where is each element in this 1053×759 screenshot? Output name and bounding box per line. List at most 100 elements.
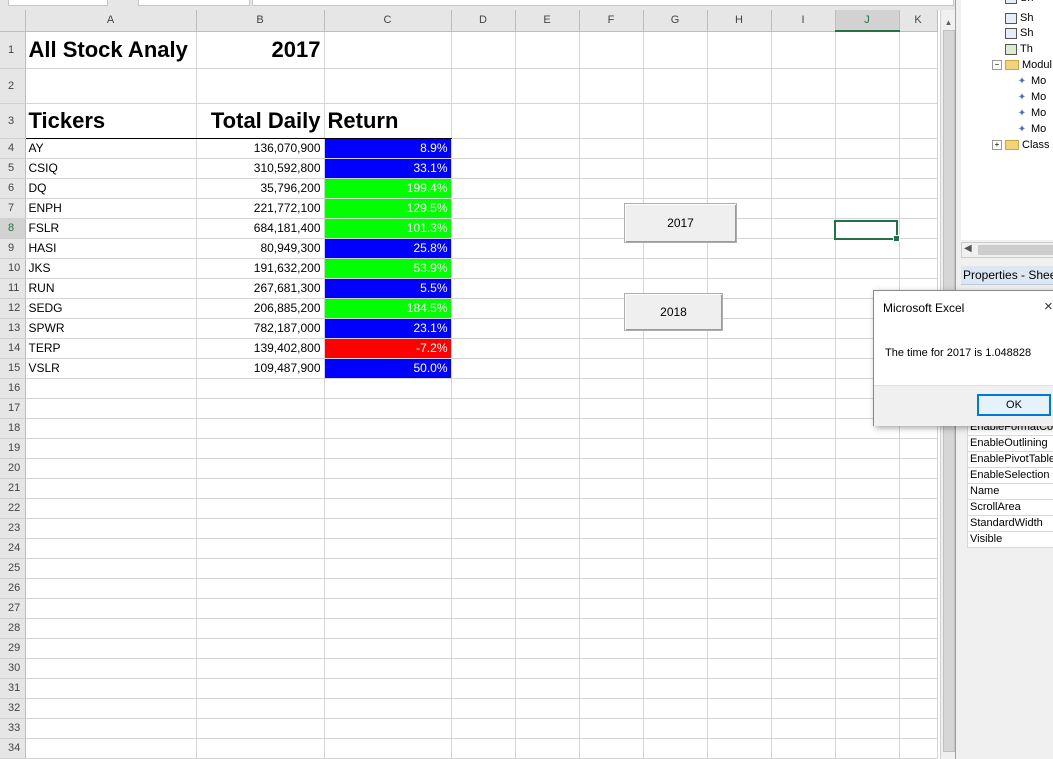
cell[interactable] — [515, 518, 580, 539]
row-header[interactable]: 29 — [0, 638, 26, 659]
ticker-cell[interactable]: TERP — [25, 338, 197, 359]
ok-button[interactable]: OK — [977, 394, 1051, 416]
cell[interactable] — [835, 578, 900, 599]
cell[interactable] — [643, 618, 708, 639]
cell[interactable] — [835, 538, 900, 559]
cell[interactable] — [899, 718, 938, 739]
cell[interactable] — [643, 398, 708, 419]
cell[interactable] — [579, 718, 644, 739]
cell[interactable] — [579, 158, 644, 179]
cell[interactable] — [835, 638, 900, 659]
cell[interactable] — [707, 498, 772, 519]
cell[interactable] — [643, 498, 708, 519]
column-header-f[interactable]: F — [579, 10, 644, 32]
row-header[interactable]: 25 — [0, 558, 26, 579]
cell[interactable] — [643, 658, 708, 679]
row-header[interactable]: 34 — [0, 738, 26, 759]
cell[interactable] — [515, 738, 580, 759]
cell[interactable] — [579, 478, 644, 499]
row-header[interactable]: 15 — [0, 358, 26, 379]
cell[interactable] — [643, 598, 708, 619]
cell[interactable] — [707, 538, 772, 559]
property-row[interactable]: Name — [967, 484, 1053, 500]
cell[interactable] — [707, 358, 772, 379]
cell[interactable] — [579, 458, 644, 479]
cell[interactable] — [899, 538, 938, 559]
ticker-cell[interactable]: SPWR — [25, 318, 197, 339]
cell[interactable] — [707, 738, 772, 759]
cell[interactable] — [835, 238, 900, 259]
return-cell[interactable] — [324, 398, 452, 419]
cell[interactable] — [515, 158, 580, 179]
row-header[interactable]: 4 — [0, 138, 26, 159]
volume-cell[interactable] — [196, 398, 325, 419]
volume-cell[interactable] — [196, 678, 325, 699]
return-cell[interactable] — [324, 478, 452, 499]
cell[interactable] — [643, 103, 708, 139]
cell[interactable] — [515, 278, 580, 299]
cell[interactable] — [771, 138, 836, 159]
tree-item-modules[interactable]: − Modul — [992, 58, 1052, 72]
cell[interactable] — [515, 178, 580, 199]
cell[interactable] — [835, 438, 900, 459]
ticker-cell[interactable]: FSLR — [25, 218, 197, 239]
cell[interactable] — [579, 638, 644, 659]
volume-cell[interactable]: 684,181,400 — [196, 218, 325, 239]
return-cell[interactable] — [324, 498, 452, 519]
name-box[interactable] — [8, 0, 108, 6]
cell[interactable] — [771, 338, 836, 359]
cell[interactable] — [515, 138, 580, 159]
cell[interactable] — [579, 558, 644, 579]
row-header[interactable]: 10 — [0, 258, 26, 279]
cell[interactable] — [451, 158, 516, 179]
cell[interactable] — [451, 378, 516, 399]
column-header-e[interactable]: E — [515, 10, 580, 32]
row-header[interactable]: 11 — [0, 278, 26, 299]
return-cell[interactable] — [324, 538, 452, 559]
total-daily-header-cell[interactable]: Total Daily — [196, 103, 325, 139]
cell[interactable] — [835, 498, 900, 519]
cell[interactable] — [515, 68, 580, 104]
cell[interactable] — [451, 278, 516, 299]
cell[interactable] — [451, 638, 516, 659]
ticker-cell[interactable] — [25, 738, 197, 759]
return-cell[interactable]: 50.0% — [324, 358, 452, 379]
row-header[interactable]: 27 — [0, 598, 26, 619]
cell[interactable] — [579, 258, 644, 279]
cell[interactable] — [515, 103, 580, 139]
cell[interactable] — [579, 578, 644, 599]
cell[interactable] — [579, 598, 644, 619]
cell[interactable] — [643, 698, 708, 719]
column-header-a[interactable]: A — [25, 10, 197, 32]
cell[interactable] — [515, 558, 580, 579]
volume-cell[interactable] — [196, 658, 325, 679]
column-header-h[interactable]: H — [707, 10, 772, 32]
property-row[interactable]: Visible — [967, 532, 1053, 548]
return-cell[interactable]: 25.8% — [324, 238, 452, 259]
cell[interactable] — [579, 698, 644, 719]
tree-item-module[interactable]: ✦ Mo — [1016, 106, 1046, 120]
ticker-cell[interactable] — [25, 698, 197, 719]
tree-item-workbook[interactable]: Th — [1005, 42, 1033, 56]
return-cell[interactable] — [324, 718, 452, 739]
cell[interactable] — [643, 31, 708, 69]
cell[interactable] — [451, 338, 516, 359]
volume-cell[interactable]: 221,772,100 — [196, 198, 325, 219]
scroll-up-icon[interactable]: ▲ — [943, 18, 954, 30]
cell[interactable] — [707, 458, 772, 479]
cell[interactable] — [515, 638, 580, 659]
cell[interactable] — [835, 258, 900, 279]
run-2018-button[interactable]: 2018 — [624, 293, 723, 331]
expand-icon[interactable]: + — [992, 140, 1002, 151]
cell[interactable] — [771, 678, 836, 699]
cell[interactable] — [771, 68, 836, 104]
ticker-cell[interactable] — [25, 678, 197, 699]
cell[interactable] — [707, 103, 772, 139]
cell[interactable] — [707, 258, 772, 279]
cell[interactable] — [643, 418, 708, 439]
volume-cell[interactable] — [196, 418, 325, 439]
cell[interactable] — [643, 538, 708, 559]
cell[interactable] — [835, 31, 900, 69]
ticker-cell[interactable] — [25, 718, 197, 739]
volume-cell[interactable] — [196, 598, 325, 619]
